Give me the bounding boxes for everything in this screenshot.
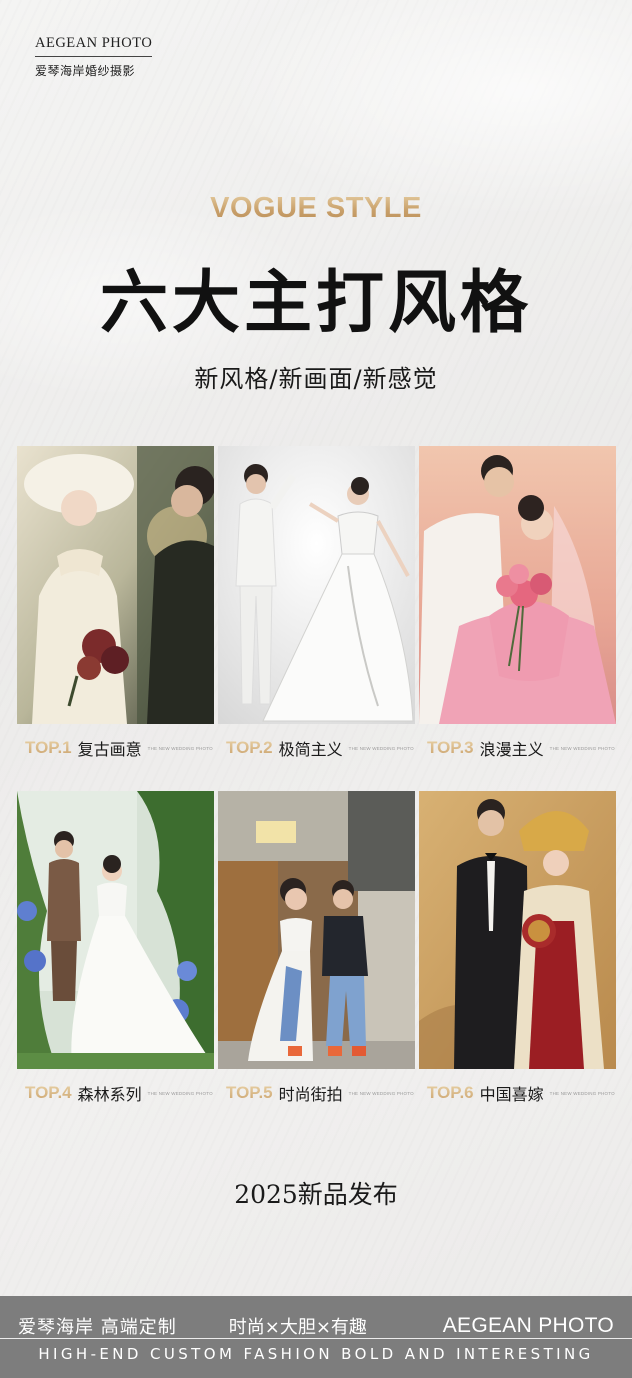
style-caption-5: TOP.5 时尚街拍 THE NEW WEDDING PHOTO	[226, 1081, 416, 1105]
style-rank-3: TOP.3	[427, 738, 474, 757]
style-name-4: 森林系列	[77, 1085, 142, 1104]
style-card-4[interactable]: TOP.4 森林系列 THE NEW WEDDING PHOTO	[17, 791, 214, 1104]
footer-top-row: 爱琴海岸 高端定制 时尚×大胆×有趣 AEGEAN PHOTO	[18, 1312, 614, 1340]
hero-subtitle: 新风格/新画面/新感觉	[194, 365, 438, 393]
style-caption-3: TOP.3 浪漫主义 THE NEW WEDDING PHOTO	[427, 736, 617, 760]
hero-eyebrow: VOGUE STYLE	[0, 192, 632, 225]
chinese-wedding-photo	[419, 791, 616, 1069]
style-name-5: 时尚街拍	[278, 1085, 343, 1104]
style-name-1: 复古画意	[77, 740, 142, 759]
footer-en-tagline: HIGH-END CUSTOM FASHION BOLD AND INTERES…	[38, 1345, 594, 1363]
style-tiny-4: THE NEW WEDDING PHOTO	[147, 1090, 213, 1096]
style-caption-2: TOP.2 极简主义 THE NEW WEDDING PHOTO	[226, 736, 416, 760]
street-couple-photo	[218, 791, 415, 1069]
vintage-couple-photo	[17, 446, 214, 724]
style-tiny-2: THE NEW WEDDING PHOTO	[348, 745, 414, 751]
style-rank-5: TOP.5	[226, 1083, 273, 1102]
hero-title: 六大主打风格	[99, 264, 532, 343]
style-name-6: 中国喜嫁	[479, 1085, 544, 1104]
brand-name-en: AEGEAN PHOTO	[35, 35, 153, 57]
minimalist-couple-photo	[218, 446, 415, 724]
style-rank-4: TOP.4	[25, 1083, 72, 1102]
style-card-1[interactable]: TOP.1 复古画意 THE NEW WEDDING PHOTO	[17, 446, 214, 759]
style-rank-6: TOP.6	[427, 1083, 474, 1102]
style-tiny-6: THE NEW WEDDING PHOTO	[549, 1090, 615, 1096]
brand-block: AEGEAN PHOTO 爱琴海岸婚纱摄影	[35, 34, 153, 79]
style-tiny-3: THE NEW WEDDING PHOTO	[549, 745, 615, 751]
style-caption-4: TOP.4 森林系列 THE NEW WEDDING PHOTO	[25, 1081, 215, 1105]
style-rank-2: TOP.2	[226, 738, 273, 757]
style-card-2[interactable]: TOP.2 极简主义 THE NEW WEDDING PHOTO	[218, 446, 415, 759]
footer-en-brand: AEGEAN PHOTO	[442, 1314, 614, 1337]
style-rank-1: TOP.1	[25, 738, 72, 757]
footer-cn-tagline: 时尚×大胆×有趣	[228, 1317, 367, 1338]
style-tiny-1: THE NEW WEDDING PHOTO	[147, 745, 213, 751]
style-name-3: 浪漫主义	[479, 740, 544, 759]
style-card-3[interactable]: TOP.3 浪漫主义 THE NEW WEDDING PHOTO	[419, 446, 616, 759]
romantic-couple-photo	[419, 446, 616, 724]
style-card-6[interactable]: TOP.6 中国喜嫁 THE NEW WEDDING PHOTO	[419, 791, 616, 1104]
style-caption-1: TOP.1 复古画意 THE NEW WEDDING PHOTO	[25, 736, 215, 760]
style-tiny-5: THE NEW WEDDING PHOTO	[348, 1090, 414, 1096]
style-caption-6: TOP.6 中国喜嫁 THE NEW WEDDING PHOTO	[427, 1081, 617, 1105]
forest-couple-photo	[17, 791, 214, 1069]
footer-cn-brand: 爱琴海岸 高端定制	[18, 1317, 177, 1338]
style-card-5[interactable]: TOP.5 时尚街拍 THE NEW WEDDING PHOTO	[218, 791, 415, 1104]
style-name-2: 极简主义	[278, 740, 343, 759]
footer-divider	[0, 1338, 632, 1339]
footer-banner: 爱琴海岸 高端定制 时尚×大胆×有趣 AEGEAN PHOTO HIGH-END…	[0, 1296, 632, 1378]
launch-title: 2025新品发布	[234, 1180, 398, 1209]
brand-name-cn: 爱琴海岸婚纱摄影	[35, 64, 136, 78]
